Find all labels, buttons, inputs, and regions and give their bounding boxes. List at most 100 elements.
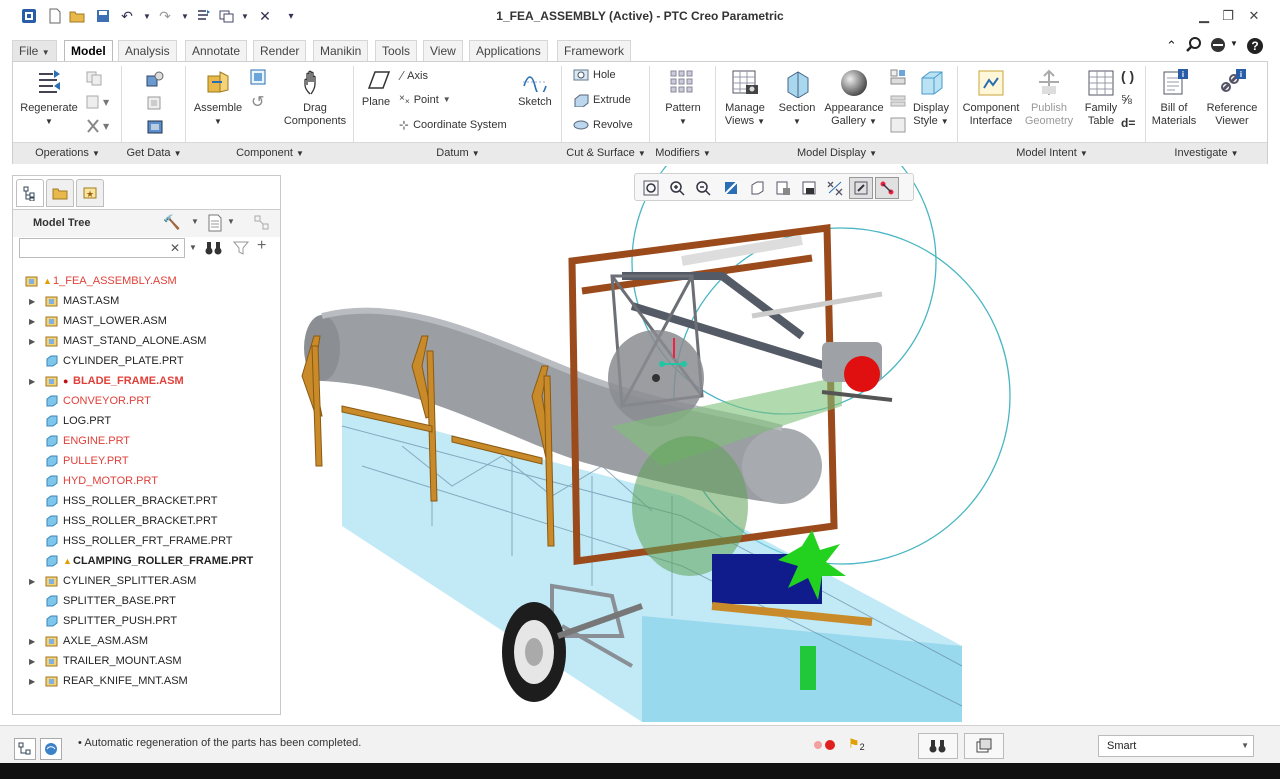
shading-icon[interactable] — [745, 177, 769, 199]
group-modifiers[interactable]: Modifiers ▼ — [650, 142, 716, 164]
expand-arrow-icon[interactable]: ▶ — [29, 377, 35, 386]
selected-items-indicator[interactable]: ⚑ 2 — [848, 736, 865, 752]
tree-item[interactable]: HYD_MOTOR.PRT — [13, 471, 273, 491]
tab-annotate[interactable]: Annotate — [185, 40, 248, 62]
delete-icon[interactable]: ▼ — [85, 118, 110, 137]
find-button[interactable] — [918, 733, 958, 759]
repeat-icon[interactable]: ↺ — [251, 92, 264, 112]
tree-item[interactable]: HSS_ROLLER_FRT_FRAME.PRT — [13, 531, 273, 551]
settings-tools-icon[interactable]: 🔨 — [163, 214, 180, 231]
component-create-icon[interactable] — [249, 68, 267, 89]
axis-button[interactable]: ⁄ Axis — [401, 68, 428, 83]
tab-applications[interactable]: Applications — [469, 40, 548, 62]
switch-dimensions-icon[interactable]: ⅝ — [1121, 92, 1132, 107]
tree-item[interactable]: ▶ MAST.ASM — [13, 291, 273, 311]
show-dropdown-icon[interactable]: ▼ — [227, 217, 235, 226]
view-manager-small-icon[interactable] — [889, 68, 907, 89]
tree-item[interactable]: ▲ CLAMPING_ROLLER_FRAME.PRT — [13, 551, 273, 571]
tree-item[interactable]: HSS_ROLLER_BRACKET.PRT — [13, 491, 273, 511]
pattern-button[interactable]: Pattern ▼ — [657, 68, 709, 128]
tab-tools[interactable]: Tools — [375, 40, 418, 62]
drag-components-button[interactable]: Drag Components — [281, 68, 349, 128]
toggle-browser-icon[interactable] — [40, 738, 62, 760]
regenerate-button[interactable]: Regenerate ▼ — [17, 68, 81, 128]
tree-filters-icon[interactable] — [253, 214, 271, 235]
group-component[interactable]: Component ▼ — [186, 142, 354, 164]
expand-arrow-icon[interactable]: ▶ — [29, 577, 35, 586]
zoom-in-icon[interactable] — [665, 177, 689, 199]
publish-geometry-button[interactable]: Publish Geometry — [1023, 68, 1075, 128]
favorites-tab[interactable]: ★ — [76, 179, 104, 207]
close-button[interactable]: ✕ — [1244, 8, 1264, 26]
tab-file[interactable]: File ▼ — [12, 40, 57, 62]
community-dropdown-icon[interactable]: ▼ — [1230, 39, 1238, 48]
shrinkwrap-icon[interactable] — [145, 118, 165, 139]
expand-arrow-icon[interactable]: ▶ — [29, 637, 35, 646]
tree-item[interactable]: ▲ 1_FEA_ASSEMBLY.ASM — [13, 271, 273, 291]
tree-item[interactable]: ▶ TRAILER_MOUNT.ASM — [13, 651, 273, 671]
spin-center-icon[interactable] — [849, 177, 873, 199]
bill-of-materials-button[interactable]: i Bill of Materials — [1149, 68, 1199, 128]
copy-icon[interactable] — [85, 70, 103, 89]
paste-icon[interactable]: ▼ — [85, 94, 110, 113]
plane-button[interactable]: Plane — [357, 68, 395, 109]
group-investigate[interactable]: Investigate ▼ — [1146, 142, 1267, 164]
tree-item[interactable]: SPLITTER_BASE.PRT — [13, 591, 273, 611]
group-operations[interactable]: Operations ▼ — [13, 142, 122, 164]
assemble-button[interactable]: Assemble ▼ — [189, 68, 247, 128]
layers-small-icon[interactable] — [889, 92, 907, 113]
group-model-intent[interactable]: Model Intent ▼ — [958, 142, 1146, 164]
display-style-button[interactable]: Display Style ▼ — [909, 68, 953, 128]
group-datum[interactable]: Datum ▼ — [354, 142, 562, 164]
tree-item[interactable]: ENGINE.PRT — [13, 431, 273, 451]
expand-arrow-icon[interactable]: ▶ — [29, 677, 35, 686]
selection-filter-select[interactable]: Smart ▼ — [1098, 735, 1254, 757]
coordinate-system-button[interactable]: ⊹ Coordinate System — [399, 118, 507, 132]
tree-item[interactable]: PULLEY.PRT — [13, 451, 273, 471]
tab-analysis[interactable]: Analysis — [118, 40, 177, 62]
find-binoculars-icon[interactable] — [205, 240, 223, 259]
filter-funnel-icon[interactable] — [232, 240, 250, 259]
tree-item[interactable]: CYLINDER_PLATE.PRT — [13, 351, 273, 371]
search-dropdown-icon[interactable]: ▼ — [189, 243, 197, 252]
saved-orientations-icon[interactable] — [797, 177, 821, 199]
tab-framework[interactable]: Framework — [557, 40, 632, 62]
toggle-navigator-icon[interactable] — [14, 738, 36, 760]
tree-item[interactable]: ▶ MAST_STAND_ALONE.ASM — [13, 331, 273, 351]
tree-item[interactable]: ▶ CYLINER_SPLITTER.ASM — [13, 571, 273, 591]
settings-dropdown-icon[interactable]: ▼ — [191, 217, 199, 226]
group-get-data[interactable]: Get Data ▼ — [122, 142, 186, 164]
copy-geometry-icon[interactable] — [145, 94, 165, 115]
minimize-button[interactable]: ▁ — [1194, 8, 1214, 26]
tree-search-input[interactable]: ✕ — [19, 238, 185, 258]
parameters-icon[interactable]: d= — [1121, 116, 1135, 130]
graphics-window[interactable] — [282, 166, 1280, 724]
expand-arrow-icon[interactable]: ▶ — [29, 657, 35, 666]
named-views-icon[interactable] — [771, 177, 795, 199]
tab-view[interactable]: View — [423, 40, 463, 62]
expand-arrow-icon[interactable]: ▶ — [29, 297, 35, 306]
expand-arrow-icon[interactable]: ▶ — [29, 317, 35, 326]
tree-item[interactable]: ▶ MAST_LOWER.ASM — [13, 311, 273, 331]
folder-browser-tab[interactable] — [46, 179, 74, 207]
help-icon[interactable]: ? — [1246, 37, 1264, 58]
zoom-out-icon[interactable] — [691, 177, 715, 199]
tab-manikin[interactable]: Manikin — [313, 40, 369, 62]
clear-search-icon[interactable]: ✕ — [170, 241, 180, 255]
tree-item[interactable]: ▶ AXLE_ASM.ASM — [13, 631, 273, 651]
restore-button[interactable]: ❐ — [1218, 8, 1238, 26]
refit-icon[interactable] — [639, 177, 663, 199]
appearance-gallery-button[interactable]: Appearance Gallery ▼ — [819, 68, 889, 128]
perspective-small-icon[interactable] — [889, 116, 907, 137]
collapse-ribbon-icon[interactable]: ⌃ — [1166, 38, 1177, 54]
tree-item[interactable]: SPLITTER_PUSH.PRT — [13, 611, 273, 631]
search-icon[interactable] — [1186, 37, 1202, 56]
show-columns-icon[interactable] — [207, 214, 223, 235]
tree-item[interactable]: ▶ REAR_KNIFE_MNT.ASM — [13, 671, 273, 691]
relations-icon[interactable]: ( ) — [1121, 68, 1134, 84]
reference-viewer-button[interactable]: i Reference Viewer — [1201, 68, 1263, 128]
annotation-display-icon[interactable] — [875, 177, 899, 199]
tree-item[interactable]: ▶ ● BLADE_FRAME.ASM — [13, 371, 273, 391]
sketch-button[interactable]: Sketch — [513, 68, 557, 109]
family-table-button[interactable]: Family Table — [1079, 68, 1123, 128]
